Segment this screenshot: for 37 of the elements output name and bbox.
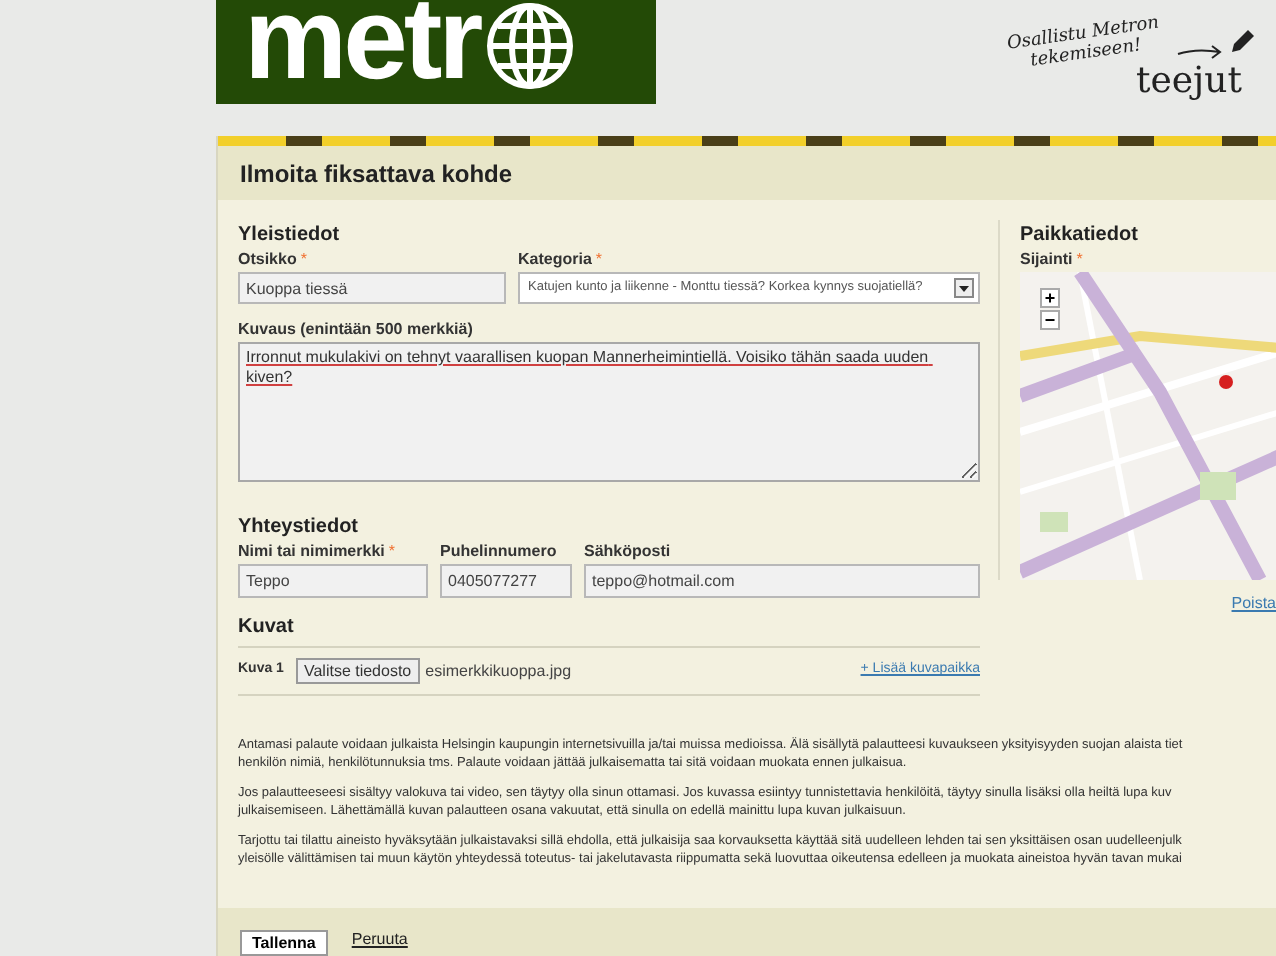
required-asterisk: * — [300, 248, 307, 272]
location-pin-icon — [1218, 374, 1234, 390]
zoom-out-button[interactable]: − — [1040, 310, 1060, 330]
section-heading: Yhteystiedot — [238, 516, 361, 540]
remove-link[interactable]: Poista — [1231, 592, 1276, 616]
text-field[interactable]: teppo@hotmail.com — [584, 564, 980, 598]
form-title: Ilmoita fiksattava kohde — [240, 157, 513, 191]
cancel-link[interactable]: Peruuta — [351, 928, 408, 952]
field-label: Sähköposti — [584, 540, 671, 564]
file-name: esimerkkikuoppa.jpg — [425, 659, 572, 683]
map[interactable]: + − — [1020, 272, 1276, 580]
required-asterisk: * — [1076, 248, 1083, 272]
promo-brand: teejut — [1136, 60, 1242, 104]
zoom-in-button[interactable]: + — [1040, 288, 1060, 308]
pencil-icon — [1228, 28, 1256, 56]
field-label: Sijainti — [1020, 248, 1073, 272]
save-button[interactable]: Tallenna — [240, 930, 328, 956]
logo[interactable]: metr — [216, 0, 656, 104]
required-asterisk: * — [388, 540, 395, 564]
logo-text: metr — [244, 0, 480, 92]
globe-icon — [483, 0, 576, 92]
field-label: Kuvaus (enintään 500 merkkiä) — [238, 318, 473, 342]
field-label: Otsikko — [238, 248, 297, 272]
section-heading: Yleistiedot — [238, 224, 342, 248]
required-asterisk: * — [595, 248, 603, 272]
arrow-icon — [1176, 44, 1224, 60]
field-label: Kategoria — [518, 248, 592, 272]
title-field[interactable]: Kuoppa tiessä — [238, 272, 506, 304]
section-heading: Paikkatiedot — [1020, 224, 1140, 248]
description-field[interactable]: Irronnut mukulakivi on tehnyt vaarallisen kuopan Mannerheimintiellä. Voisiko tähän saada uuden kiven? — [238, 342, 980, 482]
section-heading: Kuvat — [238, 616, 980, 648]
dropdown-caret-icon — [954, 278, 974, 298]
text-field[interactable]: 0405077277 — [440, 564, 572, 598]
field-label: Nimi tai nimimerkki — [238, 540, 385, 564]
text-field[interactable]: Teppo — [238, 564, 428, 598]
choose-file-button[interactable]: Valitse tiedosto — [295, 658, 420, 684]
field-label: Puhelinnumero — [440, 540, 557, 564]
